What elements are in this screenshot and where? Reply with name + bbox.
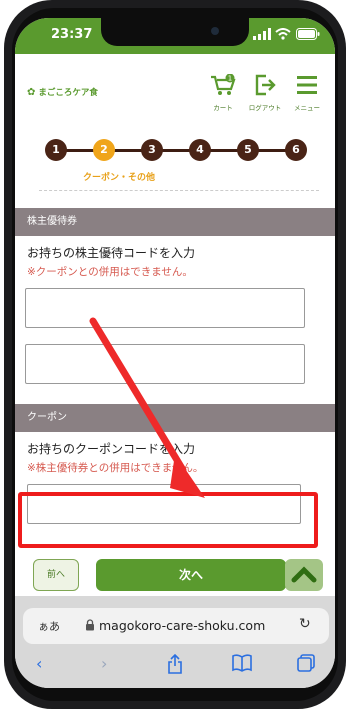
- phone-screen: 23:37 ✿ まごころケア食 1 カート ログアウト メニュー 1 2 3 4…: [15, 18, 335, 688]
- annotation-arrow: [89, 317, 205, 498]
